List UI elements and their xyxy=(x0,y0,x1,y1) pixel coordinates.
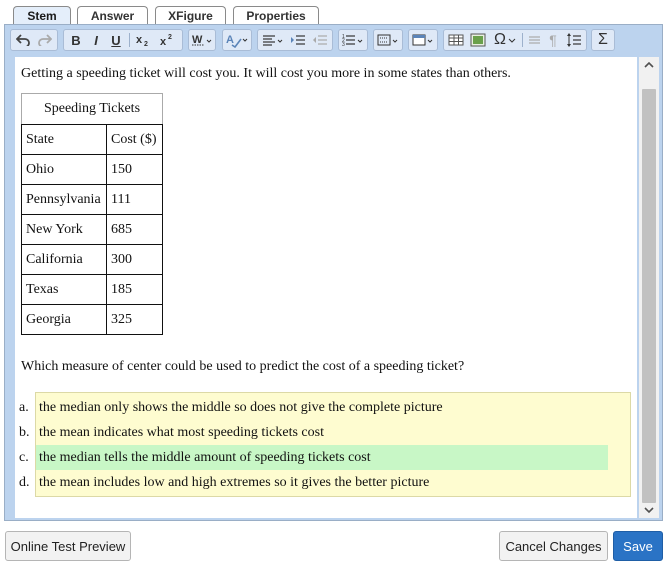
numbered-list-icon[interactable]: 123 xyxy=(340,30,366,50)
scroll-down-icon[interactable] xyxy=(639,502,659,518)
paragraph-mark-icon[interactable]: ¶ xyxy=(545,30,561,50)
special-char-icon[interactable]: Ω xyxy=(490,30,520,50)
table-icon[interactable] xyxy=(446,30,466,50)
table-row: New York 685 xyxy=(21,214,163,245)
omega-glyph: Ω xyxy=(494,31,506,48)
align-icon[interactable] xyxy=(260,30,286,50)
svg-text:W: W xyxy=(192,34,203,46)
choice-text: the mean indicates what most speeding ti… xyxy=(39,425,324,440)
toolbar-separator xyxy=(522,33,523,47)
table-cell-cost: 111 xyxy=(106,184,163,215)
outdent-icon[interactable] xyxy=(310,30,330,50)
table-cell-state: Texas xyxy=(21,274,107,305)
svg-text:x: x xyxy=(160,36,167,47)
answer-choice-a[interactable]: a. the median only shows the middle so d… xyxy=(16,395,608,420)
tab-answer[interactable]: Answer xyxy=(77,6,148,24)
blockquote-icon[interactable] xyxy=(525,30,543,50)
tab-stem[interactable]: Stem xyxy=(13,6,71,24)
online-test-preview-button[interactable]: Online Test Preview xyxy=(5,531,131,561)
choice-text: the median only shows the middle so does… xyxy=(39,400,443,415)
cancel-changes-button[interactable]: Cancel Changes xyxy=(499,531,608,561)
table-row: Texas 185 xyxy=(21,274,163,305)
table-cell-state: Georgia xyxy=(21,304,107,335)
choice-text: the median tells the middle amount of sp… xyxy=(36,445,608,470)
svg-text:A: A xyxy=(226,34,234,46)
editor-content[interactable]: Getting a speeding ticket will cost you.… xyxy=(15,57,637,518)
speeding-tickets-table: Speeding Tickets State Cost ($) Ohio 150… xyxy=(21,93,163,335)
answer-choice-b[interactable]: b. the mean indicates what most speeding… xyxy=(16,420,608,445)
sigma-icon[interactable]: Σ xyxy=(593,30,613,50)
table-cell-state: Ohio xyxy=(21,154,107,185)
column-header-state: State xyxy=(21,124,107,155)
scroll-thumb[interactable] xyxy=(642,89,656,503)
stem-question: Which measure of center could be used to… xyxy=(21,359,465,374)
save-button[interactable]: Save xyxy=(613,531,663,561)
column-header-cost: Cost ($) xyxy=(106,124,163,155)
answer-choices: a. the median only shows the middle so d… xyxy=(19,392,631,497)
redo-icon[interactable] xyxy=(35,30,55,50)
bold-icon[interactable]: B xyxy=(67,30,85,50)
table-caption: Speeding Tickets xyxy=(21,93,163,124)
undo-icon[interactable] xyxy=(13,30,33,50)
choice-letter: b. xyxy=(19,425,30,440)
table-cell-cost: 685 xyxy=(106,214,163,245)
choice-text: the mean includes low and high extremes … xyxy=(39,475,430,490)
table-cell-state: California xyxy=(21,244,107,275)
svg-text:3: 3 xyxy=(342,42,345,47)
svg-text:2: 2 xyxy=(144,41,148,47)
svg-text:x: x xyxy=(136,34,143,46)
table-cell-state: Pennsylvania xyxy=(21,184,107,215)
subscript-icon[interactable]: x2 xyxy=(133,30,155,50)
table-row: Ohio 150 xyxy=(21,154,163,185)
insert-icon[interactable] xyxy=(410,30,436,50)
table-cell-cost: 150 xyxy=(106,154,163,185)
stem-intro: Getting a speeding ticket will cost you.… xyxy=(21,66,511,81)
editor-toolbar: B I U x2 x2 W A 1 2 3 Ω ¶ Σ xyxy=(7,27,660,53)
answer-choice-c[interactable]: c. the median tells the middle amount of… xyxy=(16,445,608,470)
table-row: Pennsylvania 111 xyxy=(21,184,163,215)
tab-xfigure[interactable]: XFigure xyxy=(155,6,226,24)
spellcheck-icon[interactable]: A xyxy=(224,30,250,50)
choice-letter: c. xyxy=(19,450,29,465)
table-cell-cost: 300 xyxy=(106,244,163,275)
table-cell-state: New York xyxy=(21,214,107,245)
italic-icon[interactable]: I xyxy=(87,30,105,50)
table-header-row: State Cost ($) xyxy=(21,124,163,155)
toolbar-separator xyxy=(129,33,130,47)
line-spacing-icon[interactable] xyxy=(563,30,585,50)
text-style-icon[interactable]: W xyxy=(190,30,214,50)
table-cell-cost: 185 xyxy=(106,274,163,305)
rich-text-editor: B I U x2 x2 W A 1 2 3 Ω ¶ Σ Getting a sp… xyxy=(4,24,663,521)
block-format-icon[interactable] xyxy=(375,30,401,50)
superscript-icon[interactable]: x2 xyxy=(157,30,179,50)
indent-icon[interactable] xyxy=(288,30,308,50)
svg-text:2: 2 xyxy=(168,34,172,41)
table-row: California 300 xyxy=(21,244,163,275)
table-row: Georgia 325 xyxy=(21,304,163,335)
scroll-up-icon[interactable] xyxy=(639,57,659,73)
content-scrollbar[interactable] xyxy=(639,57,659,518)
table-cell-cost: 325 xyxy=(106,304,163,335)
answer-choice-d[interactable]: d. the mean includes low and high extrem… xyxy=(16,470,608,495)
image-icon[interactable] xyxy=(468,30,488,50)
choice-letter: d. xyxy=(19,475,30,490)
tab-properties[interactable]: Properties xyxy=(233,6,319,24)
underline-icon[interactable]: U xyxy=(107,30,125,50)
choice-letter: a. xyxy=(19,400,29,415)
